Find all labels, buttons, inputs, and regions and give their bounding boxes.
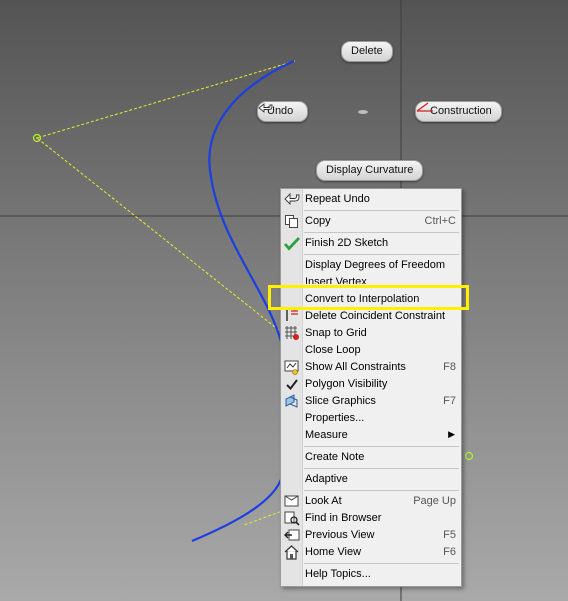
menu-item-home-view[interactable]: Home View F6 — [281, 544, 461, 561]
menu-item-shortcut: F8 — [443, 361, 456, 373]
copy-icon — [283, 213, 301, 230]
menu-separator — [304, 490, 459, 491]
delete-button[interactable]: Delete — [341, 41, 393, 62]
menu-item-find-in-browser[interactable]: Find in Browser — [281, 510, 461, 527]
menu-item-label: Close Loop — [305, 344, 361, 356]
menu-item-label: Slice Graphics — [305, 395, 376, 407]
construction-label: Construction — [430, 105, 492, 117]
menu-item-label: Create Note — [305, 451, 365, 463]
previous-view-icon — [283, 527, 301, 544]
menu-item-create-note[interactable]: Create Note — [281, 449, 461, 466]
menu-item-label: Help Topics... — [305, 568, 371, 580]
display-curvature-button[interactable]: Display Curvature — [316, 160, 424, 181]
find-in-browser-icon — [283, 510, 301, 527]
control-point-center — [36, 137, 38, 139]
menu-item-label: Convert to Interpolation — [305, 293, 420, 305]
menu-item-insert-vertex[interactable]: Insert Vertex — [281, 274, 461, 284]
construction-button[interactable]: Construction — [415, 101, 502, 122]
submenu-arrow-icon: ▶ — [448, 429, 455, 439]
menu-item-label: Previous View — [305, 529, 375, 541]
context-menu: Repeat Undo Copy Ctrl+C Finish 2D Sketch… — [280, 188, 462, 587]
look-at-icon — [283, 493, 301, 510]
display-curvature-label: Display Curvature — [326, 164, 414, 176]
menu-item-label: Copy — [305, 215, 331, 227]
slice-graphics-icon — [283, 393, 301, 410]
snap-grid-icon — [283, 325, 301, 342]
menu-item-label: Measure — [305, 429, 348, 441]
menu-item-copy[interactable]: Copy Ctrl+C — [281, 213, 461, 230]
marking-menu-center — [358, 110, 368, 114]
checkmark-icon — [283, 376, 301, 393]
green-check-icon — [283, 235, 301, 252]
menu-item-look-at[interactable]: Look At Page Up — [281, 493, 461, 510]
control-polygon-upper[interactable] — [35, 60, 296, 336]
menu-item-previous-view[interactable]: Previous View F5 — [281, 527, 461, 544]
show-constraints-icon — [283, 359, 301, 376]
undo-button[interactable]: Undo — [257, 101, 309, 122]
menu-item-shortcut: Page Up — [413, 495, 456, 507]
menu-item-label: Insert Vertex — [305, 276, 367, 284]
menu-separator — [304, 563, 459, 564]
menu-item-repeat-undo[interactable]: Repeat Undo — [281, 191, 461, 208]
control-point-marker[interactable] — [464, 451, 474, 461]
menu-item-label: Show All Constraints — [305, 361, 406, 373]
menu-separator — [304, 446, 459, 447]
menu-item-measure[interactable]: Measure ▶ — [281, 427, 461, 444]
menu-item-shortcut: Ctrl+C — [424, 215, 456, 227]
menu-item-label: Find in Browser — [305, 512, 382, 524]
menu-item-label: Home View — [305, 546, 362, 558]
menu-item-slice-graphics[interactable]: Slice Graphics F7 — [281, 393, 461, 410]
menu-separator — [304, 210, 459, 211]
menu-separator — [304, 468, 459, 469]
menu-item-label: Snap to Grid — [305, 327, 367, 339]
undo-arrow-icon — [283, 191, 301, 208]
menu-item-delete-coincident[interactable]: Delete Coincident Constraint — [281, 308, 461, 325]
menu-item-properties[interactable]: Properties... — [281, 410, 461, 427]
menu-item-show-all-constraints[interactable]: Show All Constraints F8 — [281, 359, 461, 376]
menu-item-label: Adaptive — [305, 473, 348, 485]
menu-item-snap-to-grid[interactable]: Snap to Grid — [281, 325, 461, 342]
menu-separator — [304, 254, 459, 255]
home-icon — [283, 544, 301, 561]
menu-item-finish-2d-sketch[interactable]: Finish 2D Sketch — [281, 235, 461, 252]
delete-label: Delete — [351, 45, 383, 57]
menu-item-label: Look At — [305, 495, 342, 507]
menu-item-label: Finish 2D Sketch — [305, 237, 389, 249]
menu-item-adaptive[interactable]: Adaptive — [281, 471, 461, 488]
menu-item-display-dof[interactable]: Display Degrees of Freedom — [281, 257, 461, 274]
menu-item-shortcut: F5 — [443, 529, 456, 541]
delete-constraint-icon — [283, 308, 301, 325]
menu-item-shortcut: F6 — [443, 546, 456, 558]
menu-item-label: Polygon Visibility — [305, 378, 388, 390]
menu-item-shortcut: F7 — [443, 395, 456, 407]
menu-item-polygon-visibility[interactable]: Polygon Visibility — [281, 376, 461, 393]
menu-item-label: Repeat Undo — [305, 193, 370, 205]
menu-item-help-topics[interactable]: Help Topics... — [281, 566, 461, 583]
menu-item-close-loop[interactable]: Close Loop — [281, 342, 461, 359]
menu-separator — [304, 232, 459, 233]
menu-item-convert-to-interpolation[interactable]: Convert to Interpolation — [281, 291, 461, 308]
menu-item-label: Display Degrees of Freedom — [305, 259, 446, 271]
menu-item-label: Delete Coincident Constraint — [305, 310, 446, 322]
menu-item-label: Properties... — [305, 412, 365, 424]
